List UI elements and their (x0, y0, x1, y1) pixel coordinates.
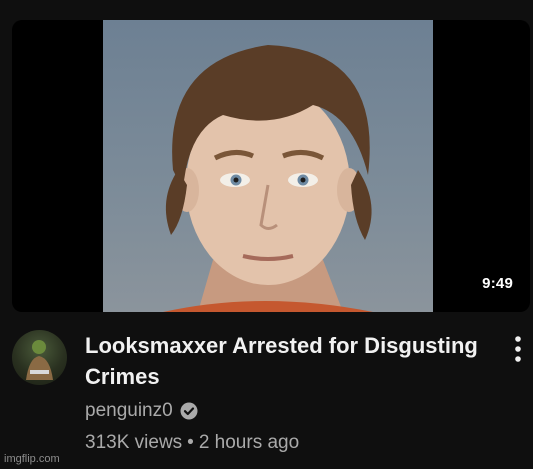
upload-age: 2 hours ago (198, 432, 300, 453)
more-options-button[interactable] (510, 335, 526, 365)
imgflip-watermark: imgflip.com (4, 453, 60, 465)
avatar-figure-icon (26, 340, 53, 380)
channel-row: penguinz0 (85, 398, 198, 424)
video-thumbnail[interactable]: 9:49 (12, 20, 530, 312)
channel-name[interactable]: penguinz0 (85, 400, 173, 422)
view-count: 313K views (85, 432, 183, 453)
video-title[interactable]: Looksmaxxer Arrested for Disgusting Crim… (85, 330, 490, 392)
thumbnail-photo (103, 20, 433, 312)
meta-separator: • (187, 432, 194, 453)
video-metadata: 313K views • 2 hours ago (85, 432, 299, 454)
verified-check-icon (180, 402, 198, 420)
duration-badge: 9:49 (477, 273, 518, 294)
more-vertical-icon (515, 336, 521, 362)
face-illustration (163, 45, 373, 312)
channel-avatar[interactable] (12, 330, 67, 385)
